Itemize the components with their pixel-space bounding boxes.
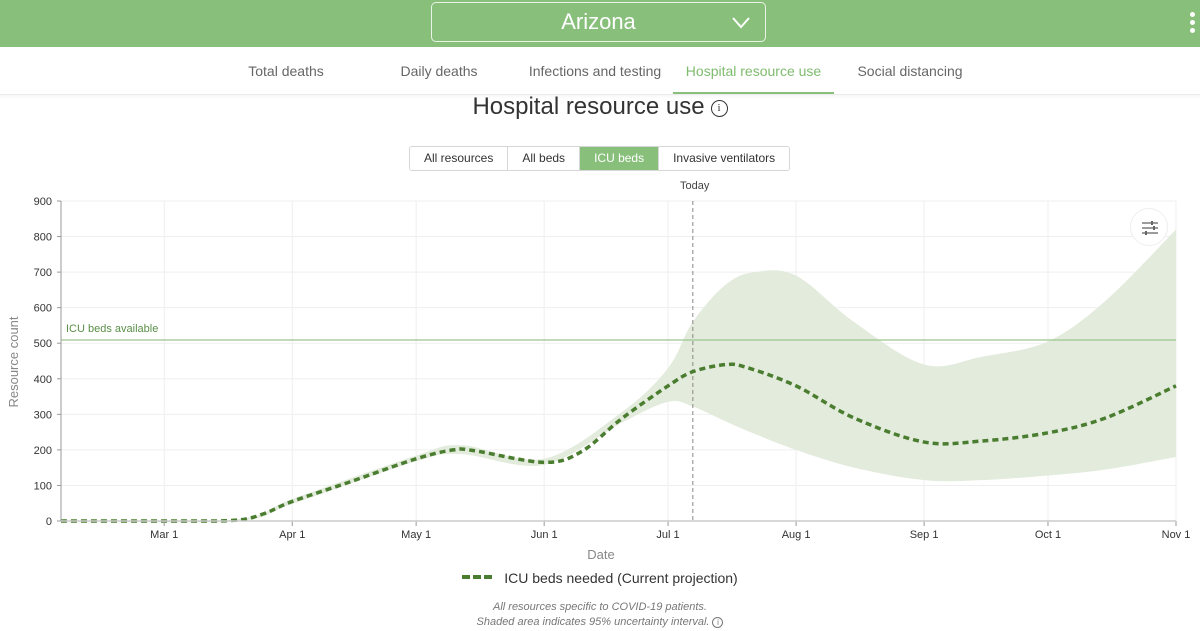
filter-all-beds[interactable]: All beds	[508, 147, 581, 170]
resource-filter: All resources All beds ICU beds Invasive…	[409, 146, 791, 171]
uncertainty-band	[61, 229, 1176, 523]
footnote-line-1: All resources specific to COVID-19 patie…	[493, 601, 707, 613]
chevron-down-icon	[732, 17, 750, 29]
icu-beds-available-label: ICU beds available	[66, 323, 158, 335]
y-tick-label: 300	[34, 409, 52, 421]
y-tick-label: 800	[34, 232, 52, 244]
x-tick-label: May 1	[401, 529, 431, 541]
legend-label: ICU beds needed (Current projection)	[504, 570, 738, 586]
x-tick-label: Jun 1	[531, 529, 558, 541]
location-value: Arizona	[561, 9, 636, 34]
tab-daily-deaths[interactable]: Daily deaths	[385, 47, 493, 94]
tab-hospital-resource-use[interactable]: Hospital resource use	[673, 47, 834, 94]
x-axis-label: Date	[587, 547, 614, 562]
filter-icu-beds[interactable]: ICU beds	[580, 147, 660, 170]
top-bar: Arizona	[0, 0, 1200, 47]
footnote-line-2: Shaded area indicates 95% uncertainty in…	[476, 616, 710, 628]
y-tick-label: 900	[34, 196, 52, 208]
y-tick-label: 500	[34, 338, 52, 350]
y-tick-label: 400	[34, 374, 52, 386]
x-tick-label: Jul 1	[656, 529, 679, 541]
filter-invasive-ventilators[interactable]: Invasive ventilators	[659, 147, 790, 170]
x-tick-label: Mar 1	[150, 529, 178, 541]
x-tick-label: Nov 1	[1162, 529, 1191, 541]
info-icon[interactable]: i	[712, 617, 724, 628]
y-tick-label: 0	[46, 516, 52, 528]
sliders-icon	[1142, 221, 1158, 235]
legend-swatch-dashed	[462, 575, 493, 579]
y-tick-label: 700	[34, 267, 52, 279]
filter-all-resources[interactable]: All resources	[410, 147, 509, 170]
y-tick-label: 100	[34, 480, 52, 492]
y-tick-label: 200	[34, 445, 52, 457]
kebab-menu-icon[interactable]	[1190, 12, 1198, 36]
page-title-text: Hospital resource use	[472, 93, 705, 120]
tab-bar: Total deaths Daily deaths Infections and…	[0, 47, 1200, 95]
tab-social-distancing[interactable]: Social distancing	[848, 47, 972, 94]
x-tick-label: Apr 1	[279, 529, 305, 541]
x-tick-label: Aug 1	[782, 529, 811, 541]
info-icon[interactable]: i	[710, 100, 728, 117]
legend: ICU beds needed (Current projection)	[0, 570, 1200, 586]
chart: ICU beds available 0 100 200 300 400 500 600 70…	[6, 196, 1191, 562]
y-tick-label: 600	[34, 303, 52, 315]
y-axis-label: Resource count	[6, 316, 21, 407]
x-tick-label: Sep 1	[910, 529, 939, 541]
location-select[interactable]: Arizona	[431, 2, 766, 42]
page-title: Hospital resource use i	[0, 93, 1200, 121]
tab-total-deaths[interactable]: Total deaths	[230, 47, 342, 94]
x-tick-label: Oct 1	[1035, 529, 1061, 541]
footnote: All resources specific to COVID-19 patie…	[0, 600, 1200, 630]
tab-infections-testing[interactable]: Infections and testing	[520, 47, 670, 94]
chart-settings-button[interactable]	[1130, 208, 1168, 246]
